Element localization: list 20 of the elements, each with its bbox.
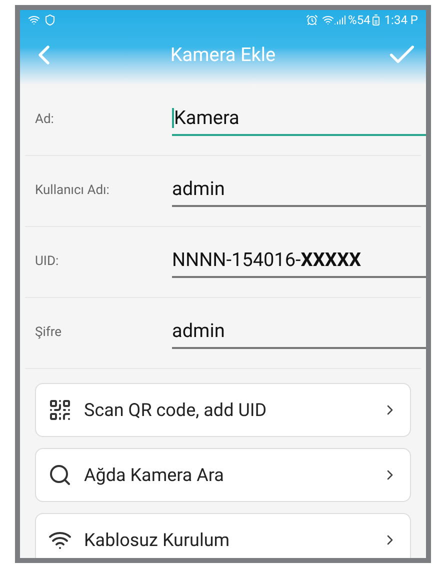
clock-time: 1:34 P bbox=[384, 12, 418, 29]
field-label: Şifre bbox=[35, 324, 63, 342]
text-field[interactable]: admin bbox=[172, 175, 426, 207]
text-field[interactable]: NNNN-154016-XXXXX bbox=[172, 246, 426, 278]
text-field[interactable]: Kamera bbox=[172, 104, 426, 136]
field-label: Kullanıcı Adı: bbox=[35, 182, 110, 200]
text-field[interactable]: admin bbox=[172, 317, 426, 349]
alarm-icon bbox=[306, 14, 318, 26]
search-icon bbox=[48, 463, 72, 487]
qr-code-icon bbox=[48, 398, 72, 422]
battery-percent: %54 bbox=[348, 12, 370, 29]
action-button[interactable]: Kablosuz Kurulum bbox=[35, 513, 411, 558]
action-button[interactable]: Ağda Kamera Ara bbox=[35, 448, 411, 502]
field-label: UID: bbox=[35, 253, 60, 272]
signal-icon bbox=[334, 14, 346, 26]
action-button[interactable]: Scan QR code, add UID bbox=[35, 383, 411, 437]
page-title: Kamera Ekle bbox=[169, 42, 277, 68]
field-label: Ad: bbox=[35, 111, 55, 130]
shield-icon bbox=[44, 14, 56, 26]
battery-icon bbox=[370, 14, 382, 26]
